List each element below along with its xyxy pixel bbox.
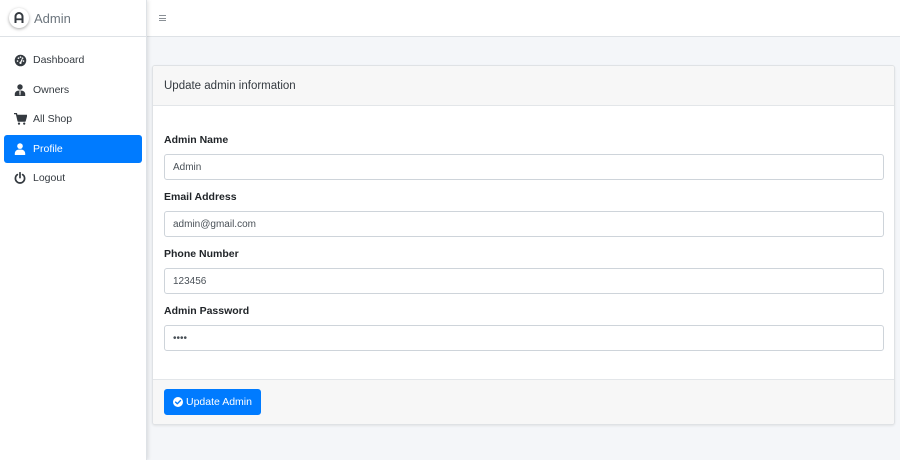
sidebar-item-all-shop[interactable]: All Shop [4,105,142,133]
card-title: Update admin information [153,66,894,106]
sidebar-item-label: All Shop [33,113,73,125]
phone-input[interactable] [164,268,884,294]
power-icon [13,171,27,185]
password-group: Admin Password [164,305,884,351]
admin-name-label: Admin Name [164,134,229,146]
sidebar-item-label: Dashboard [33,54,85,66]
brand-name: Admin [34,10,71,26]
admin-info-card: Update admin information Admin Name Emai… [152,65,895,425]
sidebar-item-label: Owners [33,83,70,96]
sidebar: Admin Dashboard Owners All Shop Profile [0,0,147,460]
sidebar-nav: Dashboard Owners All Shop Profile Logout [0,37,146,192]
check-circle-icon [173,397,183,407]
letter-a-logo [9,8,29,28]
hamburger-icon[interactable] [159,15,166,21]
update-admin-label: Update Admin [186,396,252,408]
email-group: Email Address [164,191,884,237]
tachometer-icon [13,53,27,67]
sidebar-item-label: Logout [33,172,66,184]
user-tie-icon [13,83,27,97]
brand-link[interactable]: Admin [0,0,146,37]
sidebar-item-profile[interactable]: Profile [4,134,142,163]
sidebar-item-label: Profile [33,142,63,155]
shopping-cart-icon [13,112,27,126]
password-input[interactable] [164,325,884,351]
user-icon [13,142,27,156]
update-admin-button[interactable]: Update Admin [164,389,261,415]
admin-form: Admin Name Email Address Phone Number Ad… [153,106,894,351]
sidebar-item-dashboard[interactable]: Dashboard [4,46,142,74]
password-label: Admin Password [164,305,250,317]
card-footer: Update Admin [153,379,894,424]
admin-name-input[interactable] [164,154,884,180]
email-label: Email Address [164,191,237,203]
admin-name-group: Admin Name [164,134,884,180]
sidebar-item-owners[interactable]: Owners [4,76,142,104]
phone-group: Phone Number [164,248,884,294]
phone-label: Phone Number [164,248,239,260]
sidebar-item-logout[interactable]: Logout [4,164,142,192]
top-navbar [147,0,900,37]
email-input[interactable] [164,211,884,237]
